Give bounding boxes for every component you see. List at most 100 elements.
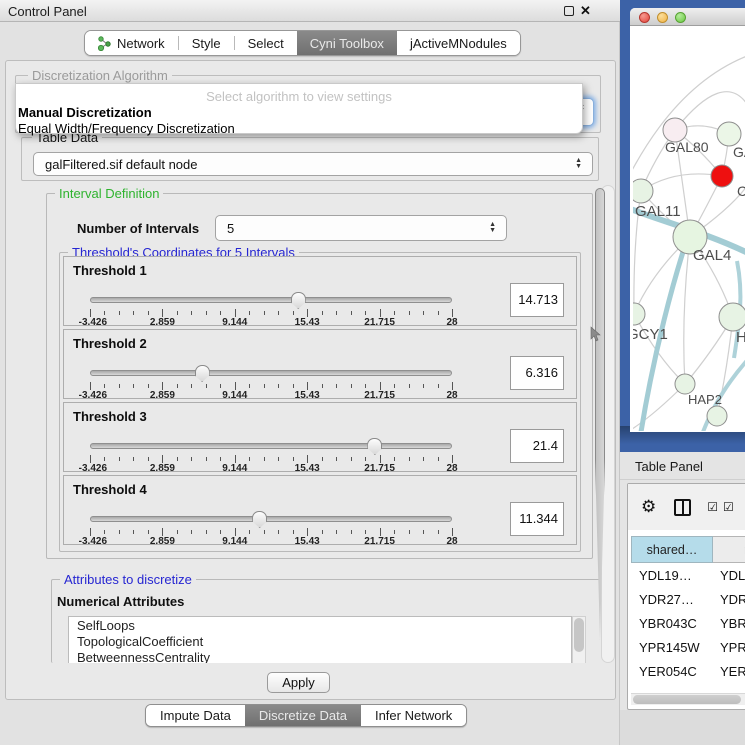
threshold-value[interactable]: 11.344: [510, 502, 564, 536]
cell-name[interactable]: YDR2: [713, 592, 745, 607]
minimize-traffic-icon[interactable]: [657, 12, 668, 23]
network-node-unlabeled[interactable]: [707, 406, 727, 426]
close-icon[interactable]: ✕: [580, 3, 591, 19]
network-edge[interactable]: [684, 237, 690, 384]
tick-mark: [162, 455, 163, 463]
column-header-shared[interactable]: shared…: [631, 536, 713, 563]
panel-scrollbar[interactable]: [601, 185, 615, 663]
threshold-label: Threshold 1: [73, 263, 147, 278]
tick-mark: [336, 530, 337, 534]
table-row[interactable]: YDL19…YDL1: [631, 563, 745, 587]
table-panel: ⚙ ☑ ☑ shared… na YDL19…YDL1YDR27…YDR2YBR…: [627, 483, 745, 710]
tab-impute-data[interactable]: Impute Data: [146, 705, 245, 726]
threshold-slider[interactable]: [90, 297, 452, 303]
cell-shared-name[interactable]: YER054C: [631, 664, 713, 679]
menu-item-manual-discretization[interactable]: Manual Discretization: [16, 104, 582, 120]
attributes-scrollbar[interactable]: [572, 616, 586, 663]
table-row[interactable]: YDR27…YDR2: [631, 587, 745, 611]
threshold-slider[interactable]: [90, 443, 452, 449]
tab-style[interactable]: Style: [179, 31, 234, 55]
attribute-list-item[interactable]: TopologicalCoefficient: [69, 633, 571, 649]
table-row[interactable]: YER054CYER0: [631, 659, 745, 683]
threshold-slider[interactable]: [90, 516, 452, 522]
tab-infer-network[interactable]: Infer Network: [361, 705, 466, 726]
gear-icon[interactable]: ⚙: [641, 497, 656, 517]
tab-discretize-label: Discretize Data: [259, 708, 347, 723]
threshold-slider[interactable]: [90, 370, 452, 376]
tick-label: -3.426: [79, 463, 107, 474]
network-node-ga[interactable]: [717, 122, 741, 146]
number-of-intervals-combo[interactable]: 5 ▲▼: [215, 215, 507, 241]
tick-mark: [177, 311, 178, 315]
checkbox-icon[interactable]: ☑: [723, 500, 734, 514]
tick-mark: [322, 311, 323, 315]
tick-row: [90, 455, 452, 463]
cell-name[interactable]: YPR1: [713, 640, 745, 655]
tick-mark: [104, 457, 105, 461]
table-row[interactable]: YPR145WYPR1: [631, 635, 745, 659]
tick-mark: [235, 455, 236, 463]
close-traffic-icon[interactable]: [639, 12, 650, 23]
slider-thumb[interactable]: [291, 292, 306, 309]
network-window-titlebar[interactable]: [630, 8, 745, 26]
cell-name[interactable]: YER0: [713, 664, 745, 679]
tab-jactive-label: jActiveMNodules: [410, 36, 507, 51]
tab-jactivemnodules[interactable]: jActiveMNodules: [397, 31, 520, 55]
top-tab-bar: Network Style Select Cyni Toolbox jActiv…: [84, 30, 521, 56]
cell-shared-name[interactable]: YBR045C: [631, 688, 713, 692]
tick-mark: [365, 530, 366, 534]
network-node-h[interactable]: [719, 303, 745, 331]
menu-item-equal-width[interactable]: Equal Width/Frequency Discretization: [16, 120, 582, 136]
network-node-gcy1[interactable]: [633, 303, 645, 325]
network-canvas[interactable]: GAL80GACGAL11GAL4GCY1HHAP2: [633, 26, 745, 431]
tab-infer-label: Infer Network: [375, 708, 452, 723]
table-row[interactable]: YBR043CYBR0: [631, 611, 745, 635]
tab-cyni-toolbox[interactable]: Cyni Toolbox: [297, 31, 397, 55]
float-window-icon[interactable]: [564, 6, 574, 16]
network-node-hap2[interactable]: [675, 374, 695, 394]
tick-mark: [220, 457, 221, 461]
threshold-value[interactable]: 21.4: [510, 429, 564, 463]
network-edge[interactable]: [633, 56, 745, 176]
attribute-list-item[interactable]: SelfLoops: [69, 617, 571, 633]
cell-name[interactable]: YBR0: [713, 688, 745, 692]
tick-mark: [133, 457, 134, 461]
cell-shared-name[interactable]: YBR043C: [631, 616, 713, 631]
cell-shared-name[interactable]: YDR27…: [631, 592, 713, 607]
tick-mark: [264, 530, 265, 534]
apply-button[interactable]: Apply: [267, 672, 330, 693]
columns-icon[interactable]: [674, 499, 691, 516]
tab-discretize-data[interactable]: Discretize Data: [245, 705, 361, 726]
network-node-gal11[interactable]: [633, 179, 653, 203]
cell-name[interactable]: YDL1: [713, 568, 745, 583]
threshold-value[interactable]: 14.713: [510, 283, 564, 317]
slider-thumb[interactable]: [367, 438, 382, 455]
tick-mark: [336, 311, 337, 315]
cell-name[interactable]: YBR0: [713, 616, 745, 631]
tick-mark: [104, 530, 105, 534]
table-data-combo[interactable]: galFiltered.sif default node ▲▼: [33, 152, 593, 176]
cell-shared-name[interactable]: YDL19…: [631, 568, 713, 583]
tab-select[interactable]: Select: [235, 31, 297, 55]
numerical-attributes-list[interactable]: SelfLoopsTopologicalCoefficientBetweenne…: [68, 616, 572, 663]
slider-thumb[interactable]: [195, 365, 210, 382]
tick-mark: [90, 528, 91, 536]
network-node-c[interactable]: [711, 165, 733, 187]
tick-mark: [452, 309, 453, 317]
tick-mark: [278, 530, 279, 534]
cell-shared-name[interactable]: YPR145W: [631, 640, 713, 655]
tab-network[interactable]: Network: [85, 31, 178, 55]
attribute-list-item[interactable]: BetweennessCentrality: [69, 649, 571, 663]
table-hscrollbar[interactable]: [631, 693, 745, 705]
table-row[interactable]: YBR045CYBR0: [631, 683, 745, 691]
tick-mark: [365, 384, 366, 388]
threshold-value[interactable]: 6.316: [510, 356, 564, 390]
column-header-name[interactable]: na: [713, 536, 745, 563]
tick-label: 21.715: [364, 390, 395, 401]
tick-mark: [119, 530, 120, 534]
tick-label: 9.144: [222, 390, 247, 401]
slider-thumb[interactable]: [252, 511, 267, 528]
zoom-traffic-icon[interactable]: [675, 12, 686, 23]
node-label: GAL4: [693, 247, 731, 264]
checkbox-icon[interactable]: ☑: [707, 500, 718, 514]
